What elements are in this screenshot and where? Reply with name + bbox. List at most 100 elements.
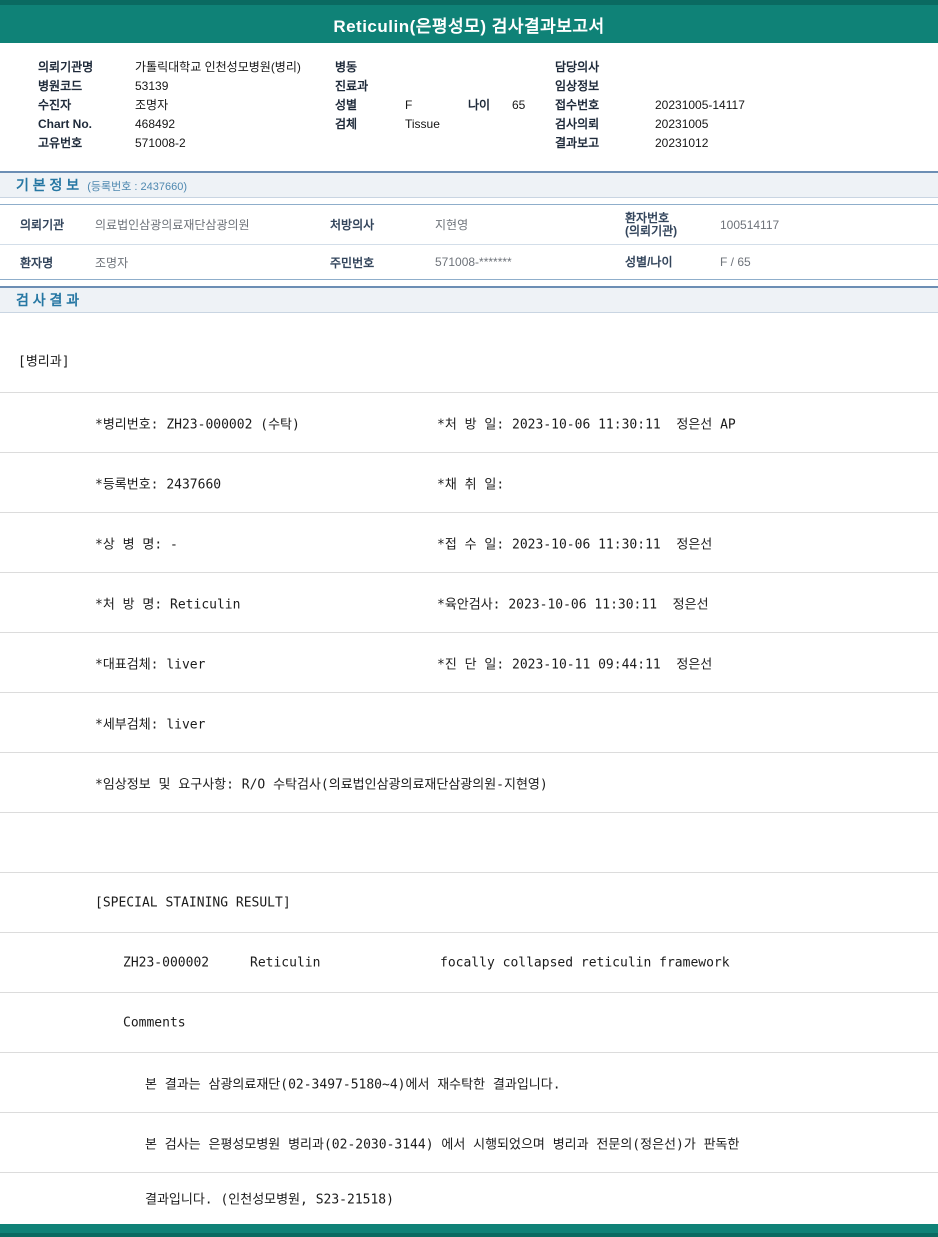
field-value: F — [405, 97, 413, 112]
cell-label-line2: (의뢰기관) — [625, 223, 678, 238]
result-row-diagnosis-name: *상 병 명: - *접 수 일: 2023-10-06 11:30:11 정은… — [0, 513, 938, 573]
result-left-text: *등록번호: 2437660 — [95, 477, 222, 492]
results-title: 검 사 결 과 — [16, 292, 80, 308]
result-right-text: *접 수 일: 2023-10-06 11:30:11 정은선 — [437, 537, 713, 552]
results-body: [병리과] *병리번호: ZH23-000002 (수탁) *처 방 일: 20… — [0, 313, 938, 1223]
field-label: 검체 — [335, 117, 358, 131]
field-row-report-date: 결과보고 20231012 — [555, 133, 745, 152]
field-row-hospital-code: 병원코드 53139 — [38, 76, 301, 95]
field-label: 임상정보 — [555, 79, 600, 93]
field-row-chart-no: Chart No. 468492 — [38, 114, 301, 133]
basic-info-title: 기 본 정 보 — [16, 177, 80, 193]
field-label: 병원코드 — [38, 79, 83, 93]
table-row: 의뢰기관 의료법인삼광의료재단삼광의원 처방의사 지현영 환자번호 (의뢰기관)… — [0, 205, 938, 245]
result-row-pathology-no: *병리번호: ZH23-000002 (수탁) *처 방 일: 2023-10-… — [0, 393, 938, 453]
result-right-text: *육안검사: 2023-10-06 11:30:11 정은선 — [437, 597, 709, 612]
cell-label-requesting-org: 의뢰기관 — [20, 218, 65, 232]
result-left-text: *처 방 명: Reticulin — [95, 597, 241, 612]
field-row-request-date: 검사의뢰 20231005 — [555, 114, 745, 133]
result-row-empty — [0, 813, 938, 873]
field-value: 53139 — [135, 78, 169, 93]
cell-value-patient-no: 100514117 — [720, 217, 780, 232]
result-right-text: *처 방 일: 2023-10-06 11:30:11 정은선 AP — [437, 417, 736, 432]
result-row-comments-label: Comments — [0, 993, 938, 1053]
results-section-bar: 검 사 결 과 — [0, 286, 938, 313]
field-label: 접수번호 — [555, 98, 600, 112]
result-left-text: *세부검체: liver — [95, 717, 206, 732]
result-row-comment-2: 본 검사는 은평성모병원 병리과(02-2030-3144) 에서 시행되었으며… — [0, 1113, 938, 1173]
result-row-registration-no: *등록번호: 2437660 *채 취 일: — [0, 453, 938, 513]
patient-header: 의뢰기관명 가톨릭대학교 인천성모병원(병리) 병원코드 53139 수진자 조… — [0, 43, 938, 171]
cell-label-sex-age: 성별/나이 — [625, 254, 673, 269]
field-row-clinical-info: 임상정보 — [555, 76, 745, 95]
field-row-specimen: 검체 Tissue — [335, 114, 525, 133]
cell-label-line1: 환자번호 — [625, 210, 670, 225]
bottom-accent-strip — [0, 1233, 938, 1237]
field-row-sex-age: 성별 F 나이 65 — [335, 95, 525, 114]
cell-label-resident-no: 주민번호 — [330, 255, 375, 270]
field-label: 성별 — [335, 98, 358, 112]
field-value: 20231012 — [655, 135, 709, 150]
basic-info-section-bar: 기 본 정 보 (등록번호 : 2437660) — [0, 171, 938, 198]
result-row-staining-result: ZH23-000002 Reticulin focally collapsed … — [0, 933, 938, 993]
field-row-attending-doctor: 담당의사 — [555, 57, 745, 76]
report-title: Reticulin(은평성모) 검사결과보고서 — [333, 16, 605, 36]
basic-info-registration-note: (등록번호 : 2437660) — [87, 181, 188, 193]
field-label: 진료과 — [335, 79, 369, 93]
field-label: 수진자 — [38, 98, 72, 112]
lab-report-page: Reticulin(은평성모) 검사결과보고서 의뢰기관명 가톨릭대학교 인천성… — [0, 0, 938, 1237]
cell-value-patient-name: 조명자 — [95, 255, 129, 270]
field-label: 검사의뢰 — [555, 117, 600, 131]
staining-section-title: [SPECIAL STAINING RESULT] — [95, 895, 291, 910]
patient-header-middle-column: 병동 진료과 성별 F 나이 65 검체 Tissue — [335, 57, 525, 133]
cell-value-requesting-org: 의료법인삼광의료재단삼광의원 — [95, 218, 250, 232]
comment-line: 본 검사는 은평성모병원 병리과(02-2030-3144) 에서 시행되었으며… — [145, 1137, 740, 1152]
department-label: [병리과] — [18, 354, 70, 370]
field-value: 조명자 — [135, 98, 169, 112]
field-value: 571008-2 — [135, 135, 186, 150]
stain-name: Reticulin — [250, 955, 321, 970]
result-row-comment-3: 결과입니다. (인천성모병원, S23-21518) — [0, 1173, 938, 1223]
comment-line: 결과입니다. (인천성모병원, S23-21518) — [145, 1192, 394, 1208]
field-row-department: 진료과 — [335, 76, 525, 95]
result-left-text: *대표검체: liver — [95, 657, 206, 672]
stain-result: focally collapsed reticulin framework — [440, 955, 730, 970]
result-left-text: *상 병 명: - — [95, 537, 178, 552]
field-label: 나이 — [468, 98, 491, 112]
cell-value-sex-age: F / 65 — [720, 255, 751, 269]
field-label: 의뢰기관명 — [38, 60, 94, 74]
result-left-text: *병리번호: ZH23-000002 (수탁) — [95, 417, 300, 432]
field-row-requesting-org: 의뢰기관명 가톨릭대학교 인천성모병원(병리) — [38, 57, 301, 76]
field-label: 병동 — [335, 60, 358, 74]
cell-value-prescribing-doctor: 지현영 — [435, 218, 469, 232]
table-row: 환자명 조명자 주민번호 571008-******* 성별/나이 F / 65 — [0, 245, 938, 279]
field-value: 20231005 — [655, 116, 709, 131]
result-row-sub-specimen: *세부검체: liver — [0, 693, 938, 753]
result-row-clinical-request: *임상정보 및 요구사항: R/O 수탁검사(의료법인삼광의료재단삼광의원-지현… — [0, 753, 938, 813]
patient-header-right-column: 담당의사 임상정보 접수번호 20231005-14117 검사의뢰 20231… — [555, 57, 745, 152]
field-label: Chart No. — [38, 116, 92, 131]
result-row-staining-title: [SPECIAL STAINING RESULT] — [0, 873, 938, 933]
field-value: 가톨릭대학교 인천성모병원(병리) — [135, 60, 301, 74]
field-label: 담당의사 — [555, 60, 600, 74]
result-row-order-name: *처 방 명: Reticulin *육안검사: 2023-10-06 11:3… — [0, 573, 938, 633]
field-row-accession-no: 접수번호 20231005-14117 — [555, 95, 745, 114]
patient-header-left-column: 의뢰기관명 가톨릭대학교 인천성모병원(병리) 병원코드 53139 수진자 조… — [38, 57, 301, 152]
cell-label-prescribing-doctor: 처방의사 — [330, 218, 375, 232]
field-label: 고유번호 — [38, 136, 83, 150]
field-row-unique-no: 고유번호 571008-2 — [38, 133, 301, 152]
field-value: 65 — [512, 97, 526, 112]
field-value: 468492 — [135, 116, 176, 131]
result-row-comment-1: 본 결과는 삼광의료재단(02-3497-5180~4)에서 재수탁한 결과입니… — [0, 1053, 938, 1113]
result-right-text: *진 단 일: 2023-10-11 09:44:11 정은선 — [437, 657, 713, 672]
bottom-accent-bar — [0, 1224, 938, 1233]
result-left-text: *임상정보 및 요구사항: R/O 수탁검사(의료법인삼광의료재단삼광의원-지현… — [95, 777, 548, 792]
basic-info-table: 의뢰기관 의료법인삼광의료재단삼광의원 처방의사 지현영 환자번호 (의뢰기관)… — [0, 204, 938, 280]
cell-label-patient-name: 환자명 — [20, 255, 54, 270]
field-row-patient: 수진자 조명자 — [38, 95, 301, 114]
cell-value-resident-no: 571008-******* — [435, 255, 512, 269]
field-row-ward: 병동 — [335, 57, 525, 76]
result-row-main-specimen: *대표검체: liver *진 단 일: 2023-10-11 09:44:11… — [0, 633, 938, 693]
field-label: 결과보고 — [555, 136, 600, 150]
result-row-department: [병리과] — [0, 313, 938, 393]
